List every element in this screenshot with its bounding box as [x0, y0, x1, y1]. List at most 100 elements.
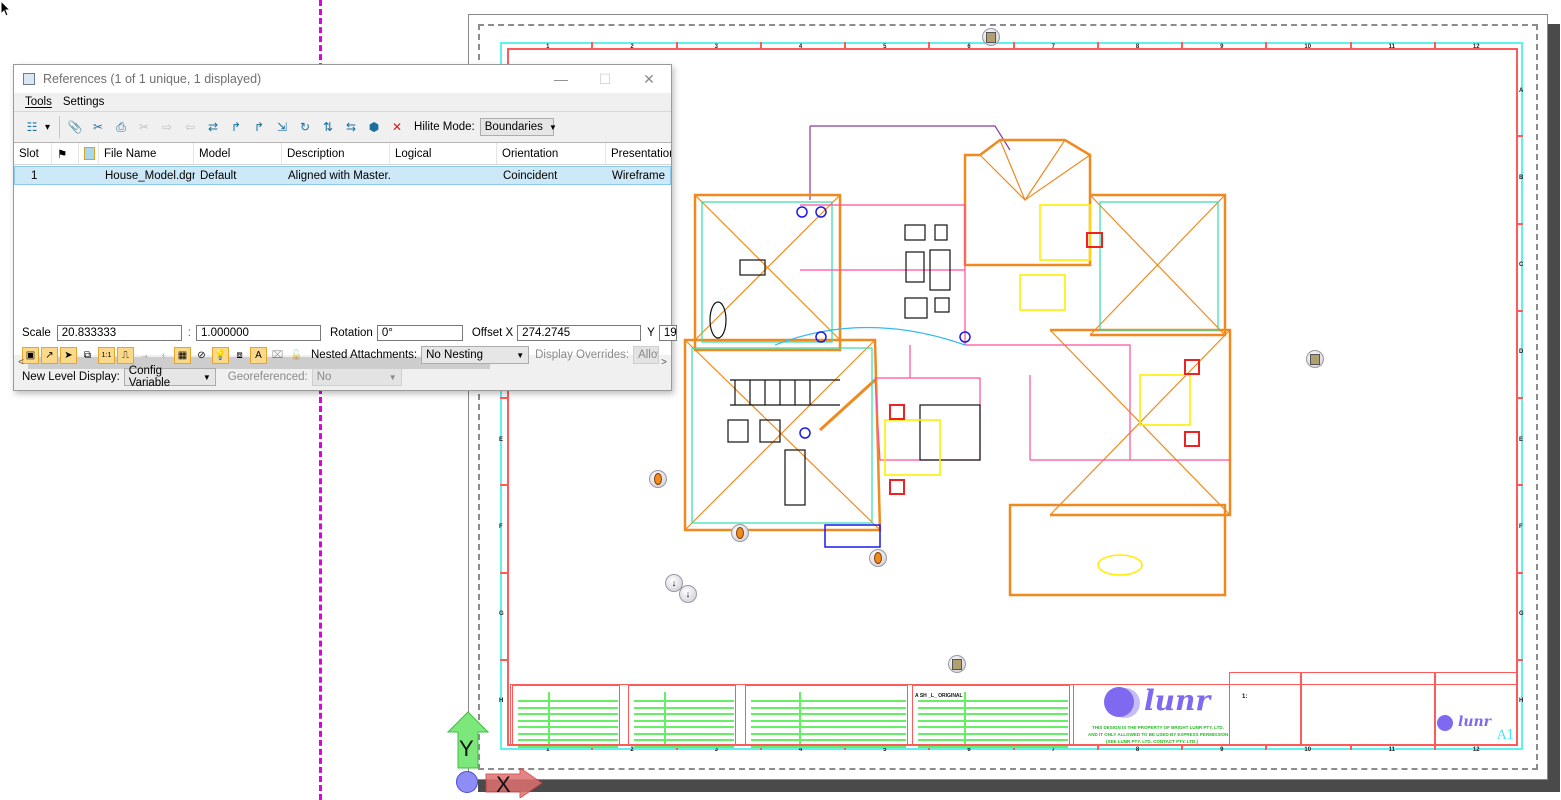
display-overrides-select[interactable]: Allow — [633, 346, 660, 364]
display-toggle-bar: ▣ ↗ ➤ ⧉ 1:1 ⎍ → ‹ ▦ ⊘ 💡 ⧈ A ⌧ 🔓 — [22, 346, 307, 364]
revision-row-line — [918, 739, 1068, 741]
zone-divider — [928, 42, 931, 48]
treat-as-element-icon[interactable]: ⧈ — [231, 347, 248, 364]
rotate-reference-icon[interactable]: ↻ — [295, 117, 315, 137]
column-zone-label: 10 — [1304, 44, 1312, 50]
file-icon — [84, 147, 95, 160]
georeferenced-select[interactable]: No ▼ — [311, 368, 402, 386]
row-zone-label: E — [1519, 436, 1524, 443]
true-scale-icon[interactable]: 1:1 — [98, 346, 115, 364]
row-zone-label: A — [1519, 87, 1524, 94]
scale-input[interactable]: 20.833333 — [56, 325, 182, 341]
ignore-attach-icon[interactable]: → — [136, 347, 153, 364]
column-zone-label: 5 — [883, 747, 887, 753]
copy-ref-icon[interactable]: ↱ — [249, 117, 269, 137]
detach-reference-icon[interactable]: ✂ — [88, 117, 108, 137]
zone-divider — [1433, 42, 1436, 48]
menu-settings[interactable]: Settings — [63, 96, 105, 108]
wall-bottom-wing — [1008, 503, 1227, 597]
clip-reference-icon[interactable]: ✂ — [134, 117, 154, 137]
revision-row-line — [518, 713, 618, 715]
section-marker[interactable]: ↓ — [679, 585, 697, 603]
mirror-horizontal-icon[interactable]: ⇅ — [318, 117, 338, 137]
column-zone-label: 7 — [1051, 747, 1055, 753]
floor-plan-drawing[interactable] — [680, 120, 1240, 600]
references-dialog[interactable]: References (1 of 1 unique, 1 displayed) … — [13, 64, 677, 391]
nested-attachments-select[interactable]: No Nesting ▼ — [421, 346, 530, 364]
revision-row-line — [634, 719, 734, 722]
copy-reference-icon[interactable]: ⇦ — [180, 117, 200, 137]
cell-flag — [53, 167, 80, 184]
table-row[interactable]: 1 House_Model.dgn Default Aligned with M… — [14, 166, 671, 185]
dialog-titlebar[interactable]: References (1 of 1 unique, 1 displayed) … — [14, 65, 671, 93]
scroll-left-button[interactable]: < — [14, 357, 28, 368]
attach-reference-icon[interactable]: 📎 — [65, 117, 85, 137]
column-slot[interactable]: Slot — [14, 143, 52, 164]
locate-icon[interactable]: ➤ — [60, 346, 77, 364]
revision-row-line — [518, 719, 618, 722]
column-logical[interactable]: Logical — [390, 143, 497, 164]
georeferenced-label: Georeferenced: — [227, 371, 308, 383]
scale-reference-icon[interactable]: ⇲ — [272, 117, 292, 137]
new-level-display-select[interactable]: Config Variable ▼ — [123, 365, 216, 389]
column-description[interactable]: Description — [282, 143, 390, 164]
zone-divider — [1516, 658, 1523, 661]
merge-into-master-icon[interactable]: ⬢ — [364, 117, 384, 137]
saved-view-marker[interactable] — [982, 28, 1000, 46]
scale-label: Scale — [22, 327, 51, 339]
revision-column-line — [964, 692, 967, 744]
row-zone-label: H — [1519, 698, 1524, 705]
reload-reference-icon[interactable]: ⎙ — [111, 117, 131, 137]
column-display[interactable] — [79, 143, 99, 164]
menu-tools[interactable]: Tools — [25, 96, 52, 108]
rotation-input[interactable]: 0° — [376, 325, 463, 341]
cell-model: Default — [200, 169, 237, 182]
move-ref-icon[interactable]: ↱ — [226, 117, 246, 137]
references-icon — [23, 73, 35, 85]
camera-marker[interactable] — [731, 524, 749, 542]
column-orientation[interactable]: Orientation — [497, 143, 606, 164]
move-reference-icon[interactable]: ⇨ — [157, 117, 177, 137]
display-raster-icon[interactable]: ⊘ — [193, 347, 210, 364]
zone-divider — [1096, 42, 1099, 48]
scroll-right-button[interactable]: > — [657, 357, 671, 368]
lock-icon[interactable]: 🔓 — [288, 347, 305, 364]
annotation-scale-icon[interactable]: A — [250, 346, 267, 364]
hilite-mode-select[interactable]: Boundaries ▼ — [479, 118, 557, 136]
exchange-reference-icon[interactable]: ⇄ — [203, 117, 223, 137]
tree-view-icon[interactable]: ☷ — [22, 117, 42, 137]
column-presentation[interactable]: Presentation — [606, 143, 671, 164]
saved-view-marker[interactable] — [948, 655, 966, 673]
close-button[interactable]: ✕ — [627, 65, 671, 93]
minimize-button[interactable]: — — [539, 65, 583, 93]
copyright-note-line: AND IT ONLY ALLOWED TO BE USED BY EXPRES… — [1088, 732, 1229, 737]
offset-x-input[interactable]: 274.2745 — [517, 325, 642, 341]
offset-y-input[interactable]: 194 — [658, 325, 677, 341]
maximize-button[interactable]: ☐ — [583, 65, 627, 93]
global-origin-icon[interactable]: ‹ — [155, 347, 172, 364]
column-zone-label: 12 — [1472, 747, 1480, 753]
saved-view-marker[interactable] — [1306, 350, 1324, 368]
tree-dropdown-icon[interactable]: ▾ — [45, 122, 50, 133]
revision-row-line — [918, 726, 1068, 728]
hilite-mode-label: Hilite Mode: — [414, 121, 475, 133]
delete-reference-icon[interactable]: ✕ — [387, 117, 407, 137]
use-lights-icon[interactable]: 💡 — [212, 346, 229, 364]
mirror-vertical-icon[interactable]: ⇆ — [341, 117, 361, 137]
clip-disabled-icon[interactable]: ⌧ — [269, 347, 286, 364]
column-flag[interactable]: ⚑ — [52, 143, 79, 164]
raster-icon[interactable]: ▦ — [174, 346, 191, 364]
column-model[interactable]: Model — [194, 143, 282, 164]
true-scale-clip-icon[interactable]: ⧉ — [79, 347, 96, 364]
revision-row-line — [518, 745, 618, 748]
scale-ratio-input[interactable]: 1.000000 — [195, 325, 321, 341]
camera-marker[interactable] — [649, 470, 667, 488]
nested-attachments-value: No Nesting — [426, 349, 484, 361]
revision-row-line — [518, 732, 618, 735]
camera-marker[interactable] — [869, 549, 887, 567]
revision-row-line — [751, 700, 906, 702]
scale-line-styles-icon[interactable]: ⎍ — [117, 346, 134, 364]
column-file-name[interactable]: File Name — [99, 143, 194, 164]
chevron-down-icon: ▼ — [516, 350, 525, 360]
snap-icon[interactable]: ↗ — [41, 346, 58, 364]
